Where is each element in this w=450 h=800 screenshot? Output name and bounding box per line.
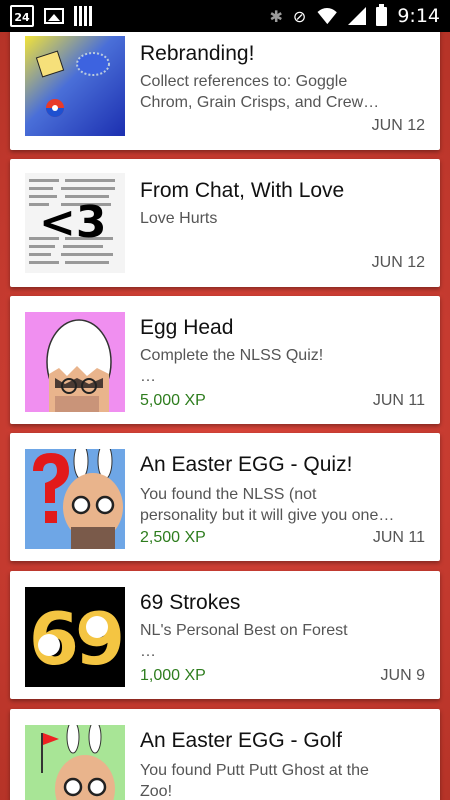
- achievement-thumbnail: <3: [25, 173, 125, 273]
- rebranding-image: [35, 50, 110, 117]
- achievement-title: An Easter EGG - Quiz!: [140, 453, 353, 476]
- achievement-card[interactable]: An Easter EGG - Golf You found Putt Putt…: [10, 709, 440, 800]
- wifi-icon: [316, 8, 338, 24]
- achievement-description: Collect references to: Goggle Chrom, Gra…: [140, 73, 380, 111]
- golf-ball-icon: [38, 616, 108, 656]
- achievement-description: You found Putt Putt Ghost at the Zoo!: [140, 762, 369, 800]
- barcode-icon: [74, 6, 92, 26]
- achievement-card[interactable]: Rebranding! Collect references to: Goggl…: [10, 22, 440, 150]
- achievement-title: Rebranding!: [140, 42, 255, 65]
- achievement-title: Egg Head: [140, 316, 234, 339]
- mute-icon: ⊘: [292, 6, 307, 26]
- achievement-date: JUN 11: [372, 392, 425, 409]
- achievement-description: You found the NLSS (not personality but …: [140, 486, 395, 524]
- achievement-description: Love Hurts: [140, 210, 218, 227]
- achievement-title: An Easter EGG - Golf: [140, 729, 342, 752]
- achievement-xp: 1,000 XP: [140, 667, 206, 684]
- achievement-date: JUN 12: [371, 254, 425, 271]
- bluetooth-icon: ✱: [269, 6, 283, 26]
- achievement-title: From Chat, With Love: [140, 179, 345, 202]
- achievement-description: NL's Personal Best on Forest …: [140, 622, 348, 660]
- achievement-xp: 2,500 XP: [140, 529, 206, 546]
- easter-egg-quiz-image: [25, 449, 125, 549]
- achievement-date: JUN 12: [371, 117, 425, 134]
- signal-icon: [348, 7, 367, 25]
- achievement-thumbnail: [25, 312, 125, 412]
- easter-egg-golf-image: [25, 725, 125, 800]
- achievement-xp: 5,000 XP: [140, 392, 206, 409]
- achievement-card[interactable]: Egg Head Complete the NLSS Quiz! … 5,000…: [10, 296, 440, 424]
- egg-head-image: [25, 312, 125, 412]
- achievement-card[interactable]: An Easter EGG - Quiz! You found the NLSS…: [10, 433, 440, 561]
- achievement-title: 69 Strokes: [140, 591, 241, 614]
- achievement-date: JUN 11: [372, 529, 425, 546]
- status-bar: 24 ✱ ⊘ 9:14: [0, 0, 450, 32]
- achievement-thumbnail: 69: [25, 587, 125, 687]
- achievement-description: Complete the NLSS Quiz! …: [140, 347, 324, 385]
- calendar-icon: 24: [10, 5, 34, 27]
- clock-time: 9:14: [397, 5, 440, 27]
- battery-icon: [376, 3, 388, 26]
- achievement-thumbnail: [25, 725, 125, 800]
- image-icon: [44, 8, 64, 24]
- achievement-date: JUN 9: [380, 667, 425, 684]
- achievement-card[interactable]: 69 69 Strokes NL's Personal Best on Fore…: [10, 571, 440, 699]
- achievement-card[interactable]: <3 From Chat, With Love Love Hurts JUN 1…: [10, 159, 440, 287]
- achievement-thumbnail: [25, 449, 125, 549]
- achievement-list[interactable]: Rebranding! Collect references to: Goggl…: [0, 0, 450, 800]
- heart-text-overlay: <3: [39, 197, 107, 248]
- achievement-thumbnail: [25, 36, 125, 136]
